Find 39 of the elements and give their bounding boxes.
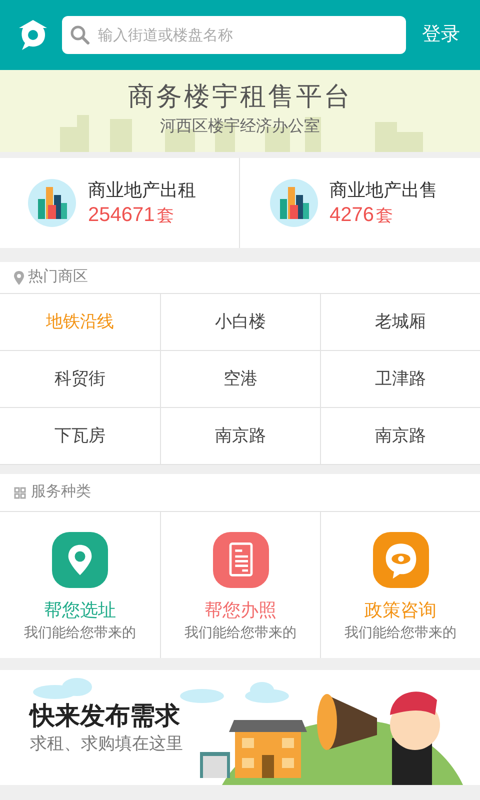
buildings-icon — [28, 179, 76, 227]
stat-count: 254671 — [88, 202, 155, 228]
map-pin-icon[interactable] — [52, 532, 108, 588]
stat-tile[interactable]: 商业地产出租 254671 套 — [0, 158, 238, 248]
area-item[interactable]: 空港 — [160, 351, 320, 408]
area-item[interactable]: 老城厢 — [320, 294, 480, 351]
buildings-icon — [270, 179, 318, 227]
stat-tile[interactable]: 商业地产出售 4276 套 — [238, 158, 480, 248]
banner-subtitle: 河西区楼宇经济办公室 — [160, 116, 320, 137]
area-item[interactable]: 科贸街 — [0, 351, 160, 408]
service-description: 我们能给您带来的 — [184, 623, 296, 642]
banner-title: 商务楼宇租售平台 — [128, 83, 352, 109]
service-title: 帮您办照 — [204, 599, 276, 622]
stat-count: 4276 — [330, 202, 374, 228]
area-item[interactable]: 下瓦房 — [0, 408, 160, 465]
service-title: 帮您选址 — [44, 599, 116, 622]
section-title: 热门商区 — [28, 267, 88, 288]
stat-unit: 套 — [156, 204, 174, 227]
chat-bubble-icon[interactable] — [372, 532, 428, 588]
area-item[interactable]: 南京路 — [160, 408, 320, 465]
document-icon[interactable] — [212, 532, 268, 588]
logo-icon — [18, 19, 48, 51]
stat-label: 商业地产出售 — [330, 178, 438, 202]
area-item[interactable]: 南京路 — [320, 408, 480, 465]
stat-unit: 套 — [376, 204, 393, 227]
promo-title: 快来发布需求 — [30, 700, 181, 732]
area-item[interactable]: 卫津路 — [320, 351, 480, 408]
search-field[interactable]: 输入街道或楼盘名称 — [62, 16, 406, 54]
promo-banner[interactable]: 快来发布需求 求租、求购填在这里 — [0, 670, 480, 785]
grid-icon — [14, 486, 26, 498]
location-pin-icon — [14, 270, 24, 284]
search-icon — [70, 25, 90, 45]
stat-label: 商业地产出租 — [88, 178, 196, 202]
promo-subtitle: 求租、求购填在这里 — [30, 732, 184, 754]
section-title: 服务种类 — [31, 482, 91, 502]
area-item[interactable]: 小白楼 — [160, 294, 320, 351]
service-description: 我们能给您带来的 — [24, 623, 136, 642]
service-description: 我们能给您带来的 — [344, 623, 456, 642]
service-title: 政策咨询 — [364, 599, 436, 622]
